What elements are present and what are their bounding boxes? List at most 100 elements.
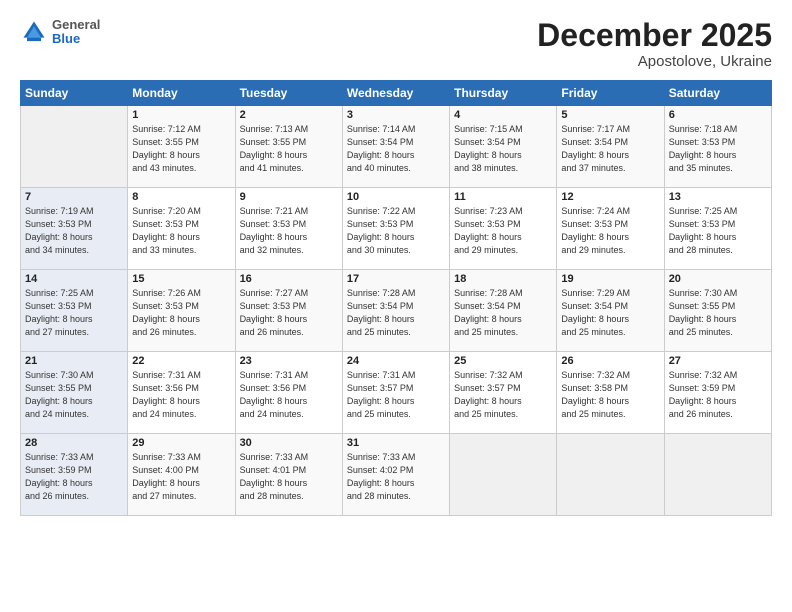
day-info: Sunrise: 7:20 AM Sunset: 3:53 PM Dayligh… xyxy=(132,205,230,257)
calendar-cell: 19 Sunrise: 7:29 AM Sunset: 3:54 PM Dayli… xyxy=(557,270,664,352)
col-saturday: Saturday xyxy=(664,81,771,106)
calendar-cell: 24 Sunrise: 7:31 AM Sunset: 3:57 PM Dayli… xyxy=(342,352,449,434)
page: General Blue December 2025 Apostolove, U… xyxy=(0,0,792,612)
calendar-cell: 20 Sunrise: 7:30 AM Sunset: 3:55 PM Dayli… xyxy=(664,270,771,352)
day-number: 29 xyxy=(132,437,230,449)
calendar-cell: 2 Sunrise: 7:13 AM Sunset: 3:55 PM Daylig… xyxy=(235,106,342,188)
subtitle: Apostolove, Ukraine xyxy=(537,53,772,70)
calendar-cell xyxy=(664,434,771,516)
day-info: Sunrise: 7:31 AM Sunset: 3:57 PM Dayligh… xyxy=(347,369,445,421)
day-info: Sunrise: 7:33 AM Sunset: 3:59 PM Dayligh… xyxy=(25,451,123,503)
day-number: 13 xyxy=(669,191,767,203)
col-tuesday: Tuesday xyxy=(235,81,342,106)
day-number: 4 xyxy=(454,109,552,121)
calendar-cell: 22 Sunrise: 7:31 AM Sunset: 3:56 PM Dayli… xyxy=(128,352,235,434)
day-number: 25 xyxy=(454,355,552,367)
col-thursday: Thursday xyxy=(450,81,557,106)
calendar-cell: 16Sunrise: 7:27 AM Sunset: 3:53 PM Dayli… xyxy=(235,270,342,352)
day-info: Sunrise: 7:26 AM Sunset: 3:53 PM Dayligh… xyxy=(132,287,230,339)
calendar-cell: 9 Sunrise: 7:21 AM Sunset: 3:53 PM Daylig… xyxy=(235,188,342,270)
calendar-week-3: 14 Sunrise: 7:25 AM Sunset: 3:53 PM Dayli… xyxy=(21,270,772,352)
day-info: Sunrise: 7:30 AM Sunset: 3:55 PM Dayligh… xyxy=(669,287,767,339)
calendar-table: Sunday Monday Tuesday Wednesday Thursday… xyxy=(20,80,772,516)
calendar-cell xyxy=(450,434,557,516)
day-number: 23 xyxy=(240,355,338,367)
month-title: December 2025 xyxy=(537,18,772,53)
day-info: Sunrise: 7:12 AM Sunset: 3:55 PM Dayligh… xyxy=(132,123,230,175)
day-info: Sunrise: 7:32 AM Sunset: 3:58 PM Dayligh… xyxy=(561,369,659,421)
calendar-cell: 27Sunrise: 7:32 AM Sunset: 3:59 PM Dayli… xyxy=(664,352,771,434)
day-info: Sunrise: 7:18 AM Sunset: 3:53 PM Dayligh… xyxy=(669,123,767,175)
calendar-cell: 8 Sunrise: 7:20 AM Sunset: 3:53 PM Daylig… xyxy=(128,188,235,270)
calendar-cell: 23Sunrise: 7:31 AM Sunset: 3:56 PM Dayli… xyxy=(235,352,342,434)
calendar-week-4: 21 Sunrise: 7:30 AM Sunset: 3:55 PM Dayli… xyxy=(21,352,772,434)
day-info: Sunrise: 7:25 AM Sunset: 3:53 PM Dayligh… xyxy=(25,287,123,339)
day-number: 24 xyxy=(347,355,445,367)
calendar-cell: 11Sunrise: 7:23 AM Sunset: 3:53 PM Dayli… xyxy=(450,188,557,270)
day-number: 30 xyxy=(240,437,338,449)
day-info: Sunrise: 7:27 AM Sunset: 3:53 PM Dayligh… xyxy=(240,287,338,339)
col-sunday: Sunday xyxy=(21,81,128,106)
col-friday: Friday xyxy=(557,81,664,106)
calendar-cell: 3Sunrise: 7:14 AM Sunset: 3:54 PM Daylig… xyxy=(342,106,449,188)
header: General Blue December 2025 Apostolove, U… xyxy=(20,18,772,70)
logo-text: General Blue xyxy=(52,18,100,47)
day-number: 12 xyxy=(561,191,659,203)
day-info: Sunrise: 7:29 AM Sunset: 3:54 PM Dayligh… xyxy=(561,287,659,339)
day-number: 28 xyxy=(25,437,123,449)
calendar-cell: 10 Sunrise: 7:22 AM Sunset: 3:53 PM Dayli… xyxy=(342,188,449,270)
day-number: 6 xyxy=(669,109,767,121)
calendar-cell: 5 Sunrise: 7:17 AM Sunset: 3:54 PM Daylig… xyxy=(557,106,664,188)
day-number: 7 xyxy=(25,191,123,203)
day-number: 26 xyxy=(561,355,659,367)
day-info: Sunrise: 7:17 AM Sunset: 3:54 PM Dayligh… xyxy=(561,123,659,175)
calendar-cell: 7 Sunrise: 7:19 AM Sunset: 3:53 PM Daylig… xyxy=(21,188,128,270)
calendar-cell: 26 Sunrise: 7:32 AM Sunset: 3:58 PM Dayli… xyxy=(557,352,664,434)
day-number: 5 xyxy=(561,109,659,121)
logo: General Blue xyxy=(20,18,100,47)
day-info: Sunrise: 7:28 AM Sunset: 3:54 PM Dayligh… xyxy=(347,287,445,339)
calendar-cell: 6 Sunrise: 7:18 AM Sunset: 3:53 PM Daylig… xyxy=(664,106,771,188)
calendar-cell: 25Sunrise: 7:32 AM Sunset: 3:57 PM Dayli… xyxy=(450,352,557,434)
calendar-cell xyxy=(21,106,128,188)
day-info: Sunrise: 7:30 AM Sunset: 3:55 PM Dayligh… xyxy=(25,369,123,421)
day-info: Sunrise: 7:32 AM Sunset: 3:59 PM Dayligh… xyxy=(669,369,767,421)
day-number: 20 xyxy=(669,273,767,285)
day-number: 21 xyxy=(25,355,123,367)
calendar-cell: 12Sunrise: 7:24 AM Sunset: 3:53 PM Dayli… xyxy=(557,188,664,270)
day-number: 31 xyxy=(347,437,445,449)
day-info: Sunrise: 7:13 AM Sunset: 3:55 PM Dayligh… xyxy=(240,123,338,175)
calendar-cell: 15Sunrise: 7:26 AM Sunset: 3:53 PM Dayli… xyxy=(128,270,235,352)
day-info: Sunrise: 7:31 AM Sunset: 3:56 PM Dayligh… xyxy=(132,369,230,421)
calendar-cell: 30 Sunrise: 7:33 AM Sunset: 4:01 PM Dayli… xyxy=(235,434,342,516)
day-number: 8 xyxy=(132,191,230,203)
day-info: Sunrise: 7:22 AM Sunset: 3:53 PM Dayligh… xyxy=(347,205,445,257)
calendar-week-2: 7 Sunrise: 7:19 AM Sunset: 3:53 PM Daylig… xyxy=(21,188,772,270)
calendar-week-5: 28 Sunrise: 7:33 AM Sunset: 3:59 PM Dayli… xyxy=(21,434,772,516)
day-number: 9 xyxy=(240,191,338,203)
day-info: Sunrise: 7:19 AM Sunset: 3:53 PM Dayligh… xyxy=(25,205,123,257)
day-info: Sunrise: 7:28 AM Sunset: 3:54 PM Dayligh… xyxy=(454,287,552,339)
calendar-cell: 21 Sunrise: 7:30 AM Sunset: 3:55 PM Dayli… xyxy=(21,352,128,434)
calendar-week-1: 1 Sunrise: 7:12 AM Sunset: 3:55 PM Daylig… xyxy=(21,106,772,188)
day-number: 19 xyxy=(561,273,659,285)
day-info: Sunrise: 7:23 AM Sunset: 3:53 PM Dayligh… xyxy=(454,205,552,257)
col-monday: Monday xyxy=(128,81,235,106)
day-number: 2 xyxy=(240,109,338,121)
day-number: 22 xyxy=(132,355,230,367)
day-number: 10 xyxy=(347,191,445,203)
logo-general-text: General xyxy=(52,18,100,32)
day-number: 18 xyxy=(454,273,552,285)
day-number: 14 xyxy=(25,273,123,285)
calendar-cell: 17Sunrise: 7:28 AM Sunset: 3:54 PM Dayli… xyxy=(342,270,449,352)
calendar-cell: 13Sunrise: 7:25 AM Sunset: 3:53 PM Dayli… xyxy=(664,188,771,270)
day-info: Sunrise: 7:33 AM Sunset: 4:01 PM Dayligh… xyxy=(240,451,338,503)
calendar-cell: 28 Sunrise: 7:33 AM Sunset: 3:59 PM Dayli… xyxy=(21,434,128,516)
day-number: 3 xyxy=(347,109,445,121)
calendar-cell: 18 Sunrise: 7:28 AM Sunset: 3:54 PM Dayli… xyxy=(450,270,557,352)
calendar-cell: 1 Sunrise: 7:12 AM Sunset: 3:55 PM Daylig… xyxy=(128,106,235,188)
day-info: Sunrise: 7:21 AM Sunset: 3:53 PM Dayligh… xyxy=(240,205,338,257)
day-info: Sunrise: 7:33 AM Sunset: 4:02 PM Dayligh… xyxy=(347,451,445,503)
calendar-header-row: Sunday Monday Tuesday Wednesday Thursday… xyxy=(21,81,772,106)
day-number: 1 xyxy=(132,109,230,121)
